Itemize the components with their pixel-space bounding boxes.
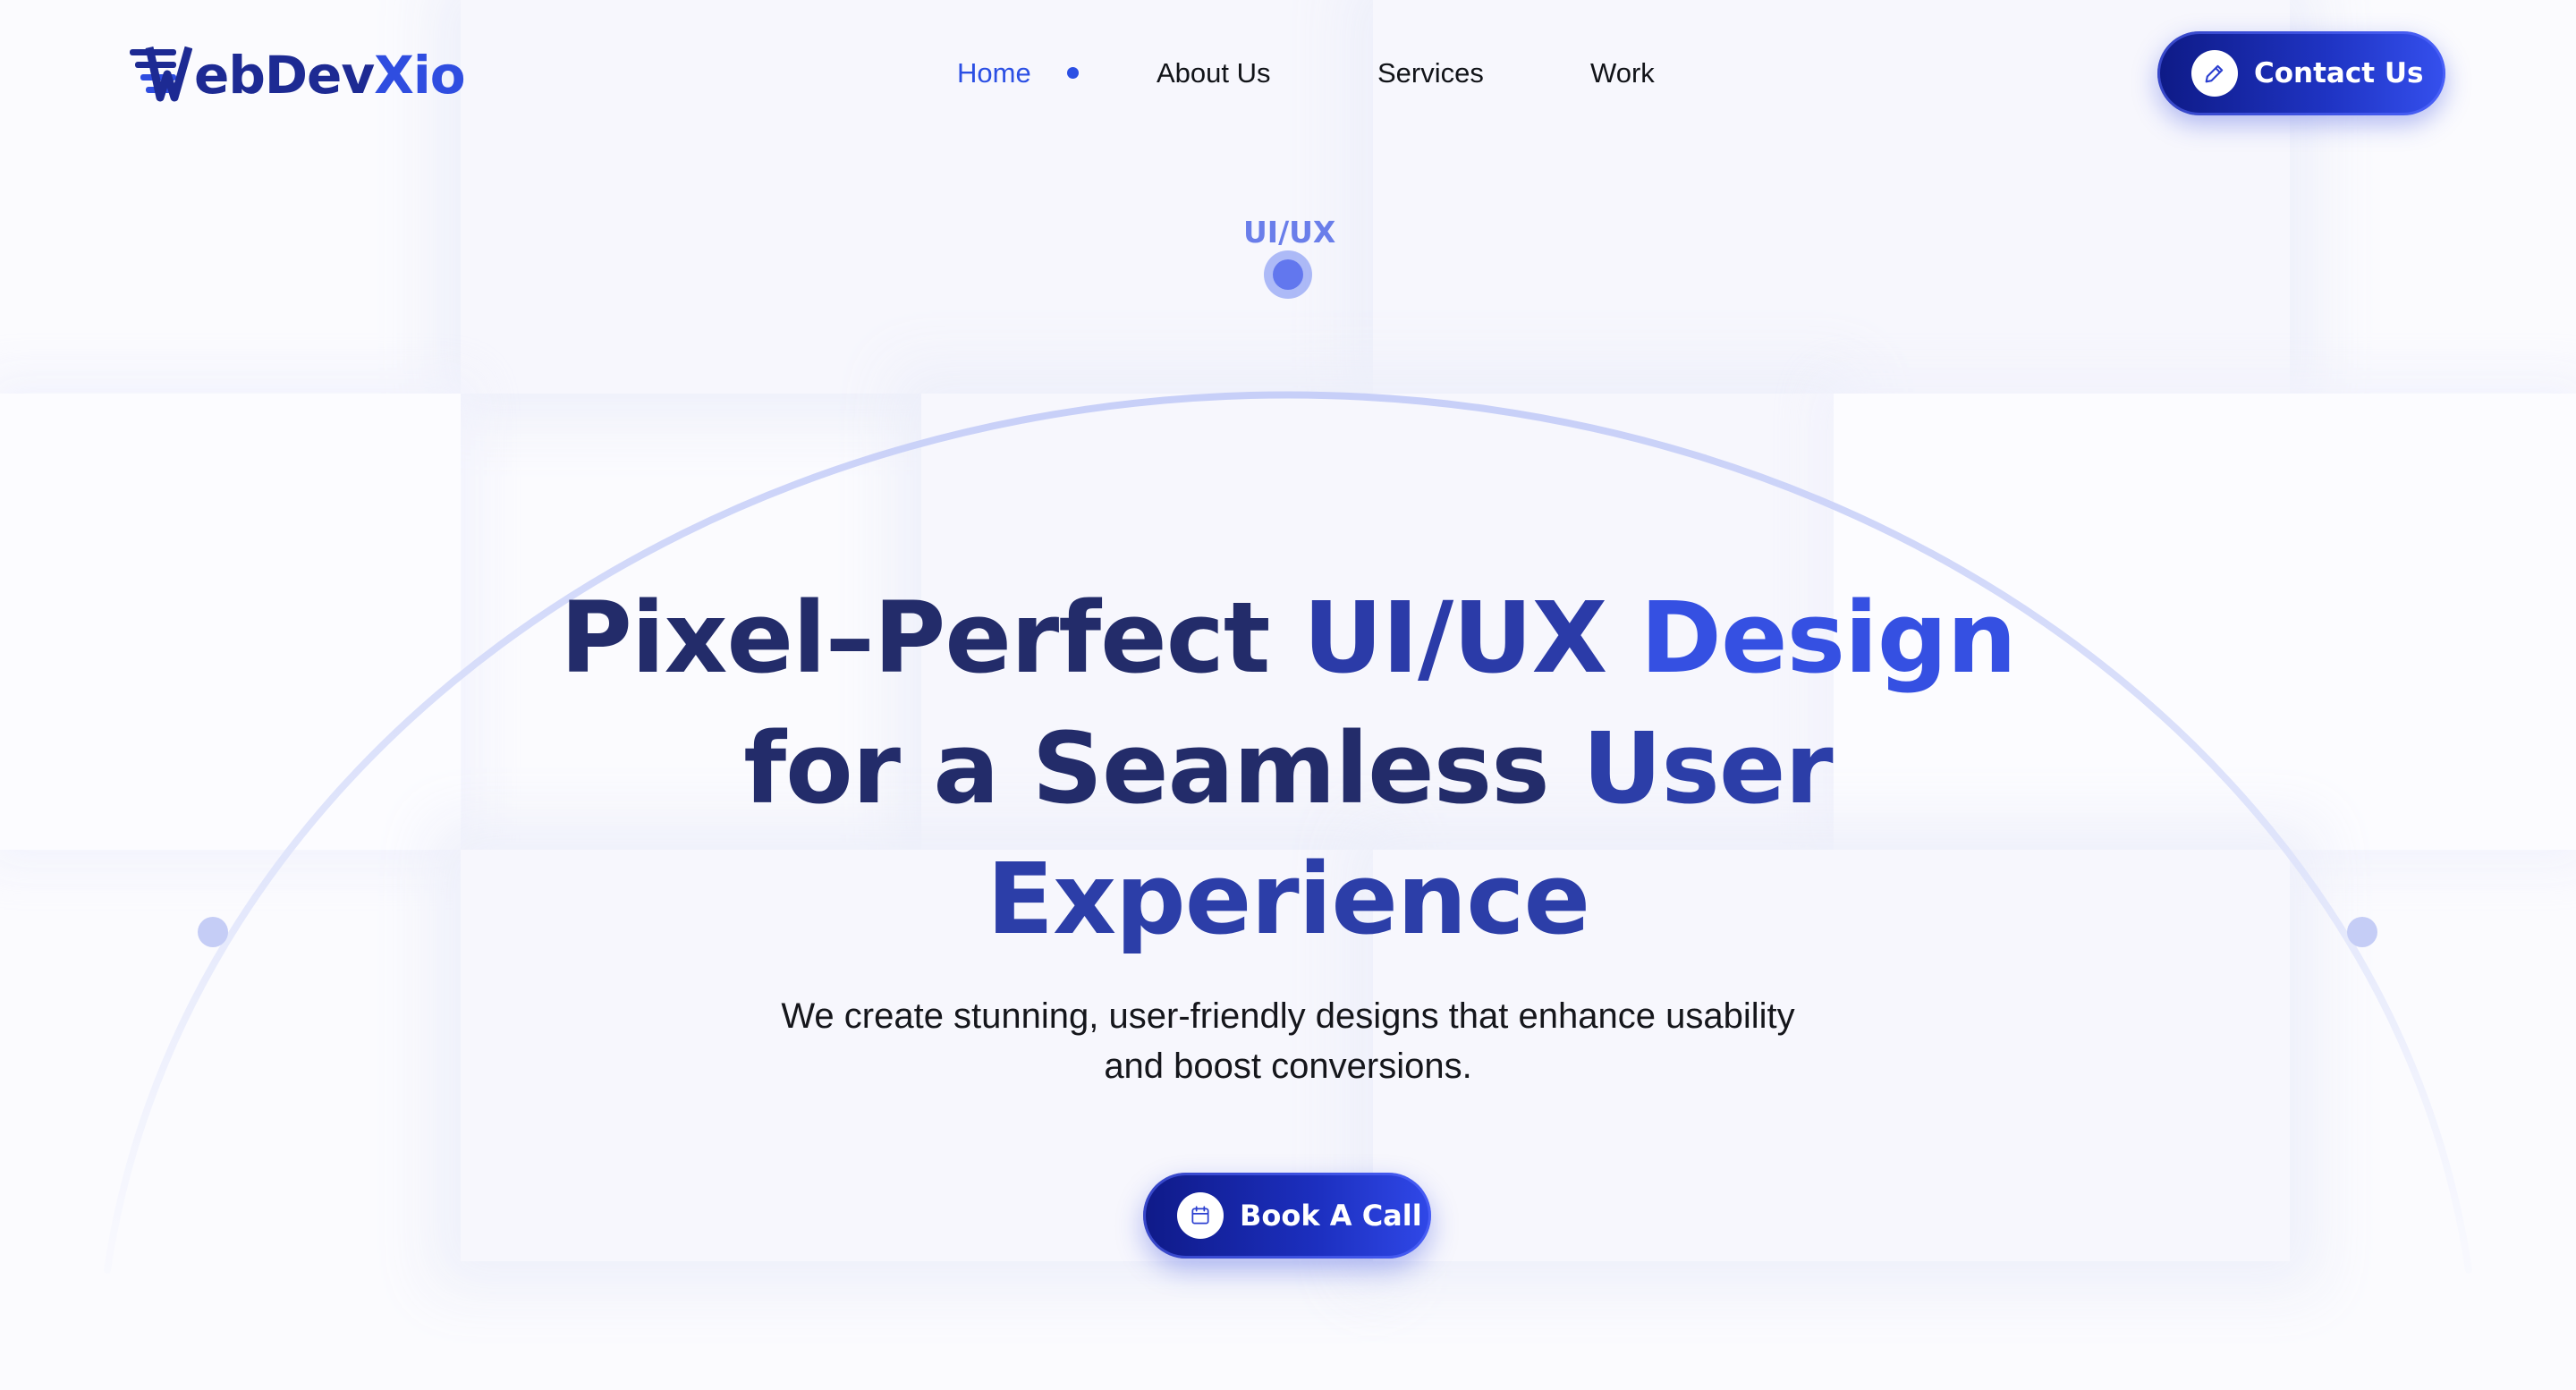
pencil-icon	[2191, 50, 2238, 97]
contact-us-button[interactable]: Contact Us	[2157, 31, 2445, 115]
logo-text: ebDevXio	[194, 49, 466, 101]
nav-item-services[interactable]: Services	[1377, 57, 1484, 89]
book-a-call-button[interactable]: Book A Call	[1143, 1173, 1431, 1259]
calendar-icon	[1177, 1192, 1224, 1239]
logo-text-accent: Xio	[374, 45, 465, 106]
hero-title-line-2: for a Seamless User	[483, 703, 2093, 834]
arc-marker-dot	[1264, 250, 1312, 299]
hero-subtitle: We create stunning, user-friendly design…	[662, 991, 1914, 1091]
arc-side-dot-right	[2347, 917, 2377, 947]
hero-title-line-3: Experience	[986, 842, 1590, 956]
hero-title-text: for a Seamless	[743, 711, 1583, 826]
contact-us-label: Contact Us	[2254, 57, 2424, 89]
arc-side-dot-left	[198, 917, 228, 947]
hero-title: Pixel–Perfect UI/UX Design for a Seamles…	[483, 572, 2093, 964]
nav-active-indicator	[1067, 67, 1079, 79]
hero-title-highlight: Design	[1640, 581, 2017, 695]
nav-item-home[interactable]: Home	[957, 57, 1031, 89]
hero-title-text: Pixel–Perfect	[560, 581, 1303, 695]
nav-item-about-us[interactable]: About Us	[1157, 57, 1271, 89]
page: ebDevXio Home About Us Services Work Con…	[0, 0, 2576, 1390]
arc-marker-label: UI/UX	[1243, 215, 1336, 250]
w-stripes-logo-icon	[130, 46, 192, 102]
hero-title-line-1: Pixel–Perfect UI/UX Design	[483, 572, 2093, 703]
hero-title-highlight: UI/UX	[1302, 581, 1640, 695]
hero-subtitle-line-1: We create stunning, user-friendly design…	[781, 996, 1795, 1036]
logo-text-main: ebDev	[194, 45, 375, 106]
logo[interactable]: ebDevXio	[130, 39, 466, 111]
nav-item-work[interactable]: Work	[1590, 57, 1655, 89]
hero-title-highlight: User	[1582, 711, 1834, 826]
book-a-call-label: Book A Call	[1240, 1199, 1422, 1233]
hero-subtitle-line-2: and boost conversions.	[1104, 1047, 1472, 1086]
